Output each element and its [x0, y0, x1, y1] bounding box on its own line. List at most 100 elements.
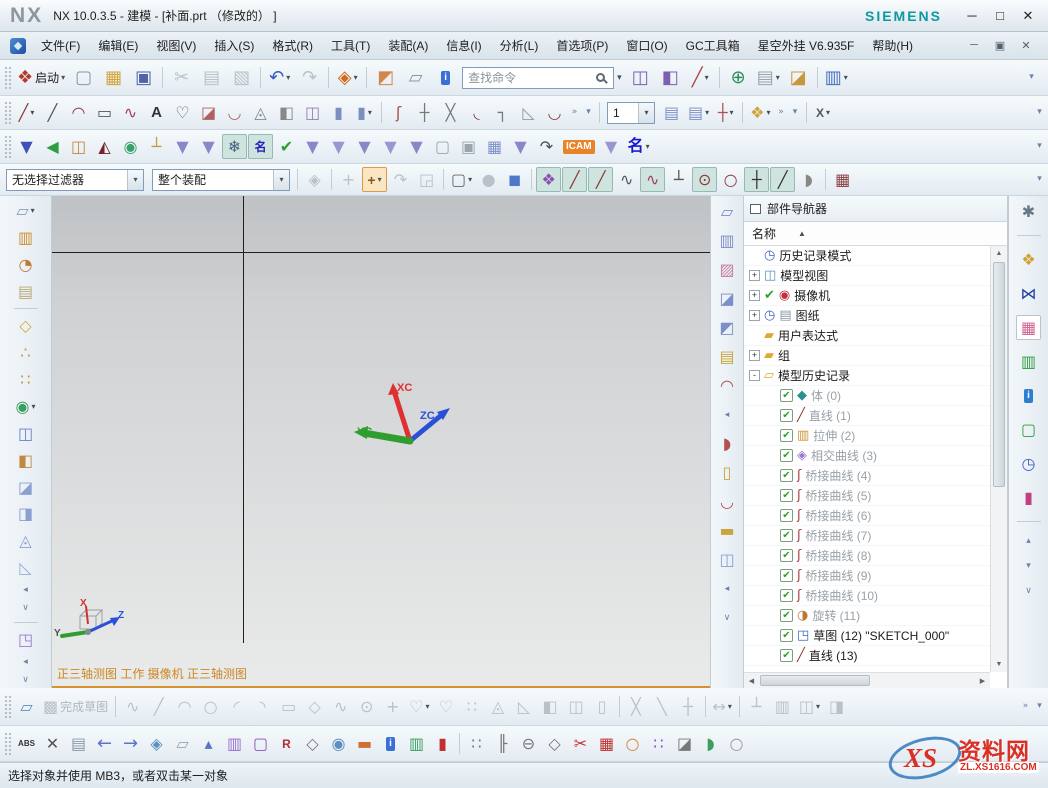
- gc-scissors-button[interactable]: ✂: [568, 731, 593, 756]
- wcs-dynamics-button[interactable]: ┼▾: [713, 100, 738, 125]
- gc-hexagon-button[interactable]: ◇: [542, 731, 567, 756]
- maximize-button[interactable]: □: [986, 8, 1014, 23]
- line-tool-button[interactable]: ╱: [146, 694, 171, 719]
- existing-curve-button[interactable]: ◬: [486, 694, 511, 719]
- sketch-more-chevron[interactable]: ▾: [1033, 699, 1046, 715]
- offset-curve-tool-button[interactable]: ♡▾: [406, 694, 432, 719]
- menu-item[interactable]: 首选项(P): [547, 33, 617, 58]
- quick-trim-button[interactable]: ╳: [624, 694, 649, 719]
- feature-checkbox[interactable]: ✔: [780, 649, 793, 662]
- scrollbar-thumb[interactable]: [993, 262, 1005, 487]
- rectangle-button[interactable]: ▭: [92, 100, 117, 125]
- utility-more-chevron[interactable]: ▾: [789, 105, 802, 121]
- menu-item[interactable]: 星空外挂 V6.935F: [749, 33, 864, 58]
- point-dialog-button[interactable]: +▾: [362, 167, 387, 192]
- tree-item[interactable]: ✔ʃ桥接曲线 (9): [744, 566, 990, 586]
- feature-checkbox[interactable]: ✔: [780, 489, 793, 502]
- part-navigator-tab[interactable]: ▦: [1016, 315, 1041, 340]
- toolbar-options-chevron[interactable]: ▾: [1033, 105, 1046, 121]
- project-curve-tool-button[interactable]: ◺: [512, 694, 537, 719]
- toolbar-options-chevron[interactable]: ▾: [1033, 172, 1046, 188]
- variable-offset-button[interactable]: ◠: [714, 373, 740, 399]
- through-curves-button[interactable]: ◫: [13, 422, 38, 446]
- abs-coords-button[interactable]: ABS: [14, 731, 39, 756]
- mirror-curve-tool-button[interactable]: ◧: [538, 694, 563, 719]
- surface-dock-scroll[interactable]: ◂: [714, 402, 740, 428]
- left-dock2-scroll-left[interactable]: ◂: [19, 654, 32, 669]
- menu-item[interactable]: 装配(A): [379, 33, 437, 58]
- toolbar-drag-handle[interactable]: [4, 695, 11, 719]
- feature-checkbox[interactable]: ✔: [780, 429, 793, 442]
- export-button[interactable]: ◪: [784, 63, 813, 92]
- gc-gear-pair-button[interactable]: ∷: [646, 731, 671, 756]
- save-button[interactable]: ▣: [129, 63, 158, 92]
- horizontal-scrollbar[interactable]: ◀ ▶: [744, 672, 990, 688]
- synchronize-button[interactable]: ⊕: [724, 63, 753, 92]
- model-line-horizontal[interactable]: [52, 252, 710, 253]
- menu-item[interactable]: 工具(T): [322, 33, 379, 58]
- tree-item[interactable]: +▰组: [744, 346, 990, 366]
- scrollbar-thumb[interactable]: [760, 675, 870, 686]
- screw-reorder-button[interactable]: ↷: [534, 134, 559, 159]
- line-button[interactable]: ╱: [40, 100, 65, 125]
- text-button[interactable]: A: [144, 100, 169, 125]
- sort-ascending-icon[interactable]: ▲: [798, 229, 806, 238]
- project-curve-button[interactable]: ◡: [222, 100, 247, 125]
- tree-item[interactable]: ✔ʃ桥接曲线 (5): [744, 486, 990, 506]
- model-line-vertical[interactable]: [243, 196, 244, 643]
- unite-button[interactable]: ◉▾: [13, 395, 39, 419]
- snapshot-button[interactable]: ◉: [326, 731, 351, 756]
- circle-tool-button[interactable]: ○: [198, 694, 223, 719]
- spline-tool-button[interactable]: ∿: [328, 694, 353, 719]
- tree-item[interactable]: ✔ʃ桥接曲线 (4): [744, 466, 990, 486]
- sheet-edit-button[interactable]: ▣: [456, 134, 481, 159]
- untrim-button[interactable]: ▯: [714, 460, 740, 486]
- curve-more-chevron[interactable]: ▾: [582, 105, 595, 121]
- measure-body-button[interactable]: ▥: [222, 731, 247, 756]
- forward-button[interactable]: →: [118, 731, 143, 756]
- arc-tool-button[interactable]: ◠: [172, 694, 197, 719]
- tree-expander[interactable]: -: [749, 370, 760, 381]
- icam-button[interactable]: ICAM: [560, 134, 598, 159]
- surface-dock-scroll-left[interactable]: ◂: [714, 576, 740, 602]
- name-tag-button[interactable]: 名: [248, 134, 273, 159]
- screen-split-button[interactable]: ◩: [371, 63, 400, 92]
- toolbar-drag-handle[interactable]: [4, 66, 11, 90]
- undo-button[interactable]: ↶▾: [265, 63, 294, 92]
- scroll-up-arrow[interactable]: ▲: [991, 246, 1007, 261]
- snap-spline-toggle[interactable]: ∿: [640, 167, 665, 192]
- profile-button[interactable]: ╱▾: [14, 100, 39, 125]
- tree-item[interactable]: ▰用户表达式: [744, 326, 990, 346]
- help-book-button[interactable]: ▥▾: [822, 63, 851, 92]
- chevron-down-icon[interactable]: ▾: [127, 170, 143, 190]
- feature-checkbox[interactable]: ✔: [780, 589, 793, 602]
- tree-item[interactable]: -▱模型历史记录: [744, 366, 990, 386]
- family-table-button[interactable]: ▦: [482, 134, 507, 159]
- tree-item[interactable]: ✔◳草图 (12) "SKETCH_000": [744, 626, 990, 646]
- toolbar-options-chevron[interactable]: ▾: [1017, 63, 1046, 92]
- menu-item[interactable]: 窗口(O): [617, 33, 676, 58]
- feature-checkbox[interactable]: ✔: [780, 409, 793, 422]
- grid-snap-button[interactable]: ▦: [830, 167, 855, 192]
- screw-single-button[interactable]: ▼: [170, 134, 195, 159]
- surface-dock-overflow[interactable]: ∨: [714, 605, 740, 631]
- constraint-navigator-tab[interactable]: ⋈: [1016, 281, 1041, 306]
- shaded-view-button[interactable]: ▬: [352, 731, 377, 756]
- feature-checkbox[interactable]: ✔: [780, 449, 793, 462]
- layer-combo[interactable]: 1 ▾: [607, 102, 655, 124]
- menu-item[interactable]: 视图(V): [147, 33, 205, 58]
- pattern-curve-tool-button[interactable]: ♡: [434, 694, 459, 719]
- quick-extend-button[interactable]: ╲: [650, 694, 675, 719]
- gc-grid-button[interactable]: ▦: [594, 731, 619, 756]
- screw-freeze-button[interactable]: ▼: [352, 134, 377, 159]
- divide-curve-button[interactable]: ╳: [438, 100, 463, 125]
- section-curve-button[interactable]: ◧: [274, 100, 299, 125]
- freeze-button[interactable]: ❄: [222, 134, 247, 159]
- toolbar-drag-handle[interactable]: [4, 732, 11, 756]
- extend-curve-button[interactable]: ◡: [542, 100, 567, 125]
- left-dock-overflow[interactable]: ∨: [19, 601, 32, 616]
- feature-checkbox[interactable]: ✔: [780, 609, 793, 622]
- profile-tool-button[interactable]: ∿: [120, 694, 145, 719]
- thicken-button[interactable]: ◺: [13, 556, 38, 580]
- law-curve-button[interactable]: ♡: [170, 100, 195, 125]
